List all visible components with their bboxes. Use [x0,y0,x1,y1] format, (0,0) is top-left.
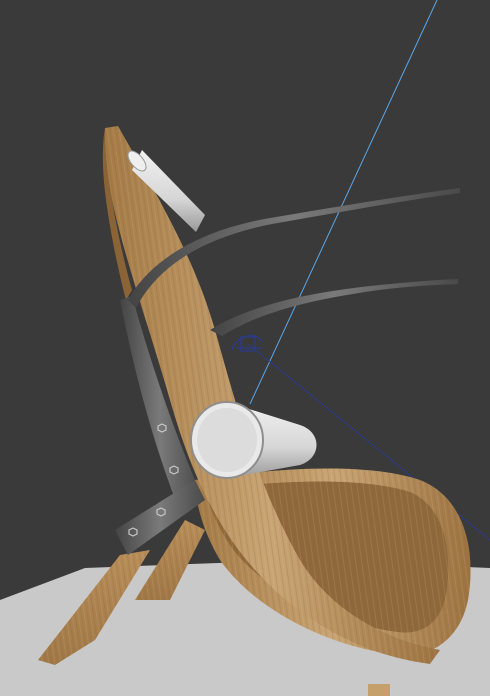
3d-viewport[interactable] [0,0,490,696]
base-foot [368,684,390,696]
viewport-canvas[interactable] [0,0,490,696]
